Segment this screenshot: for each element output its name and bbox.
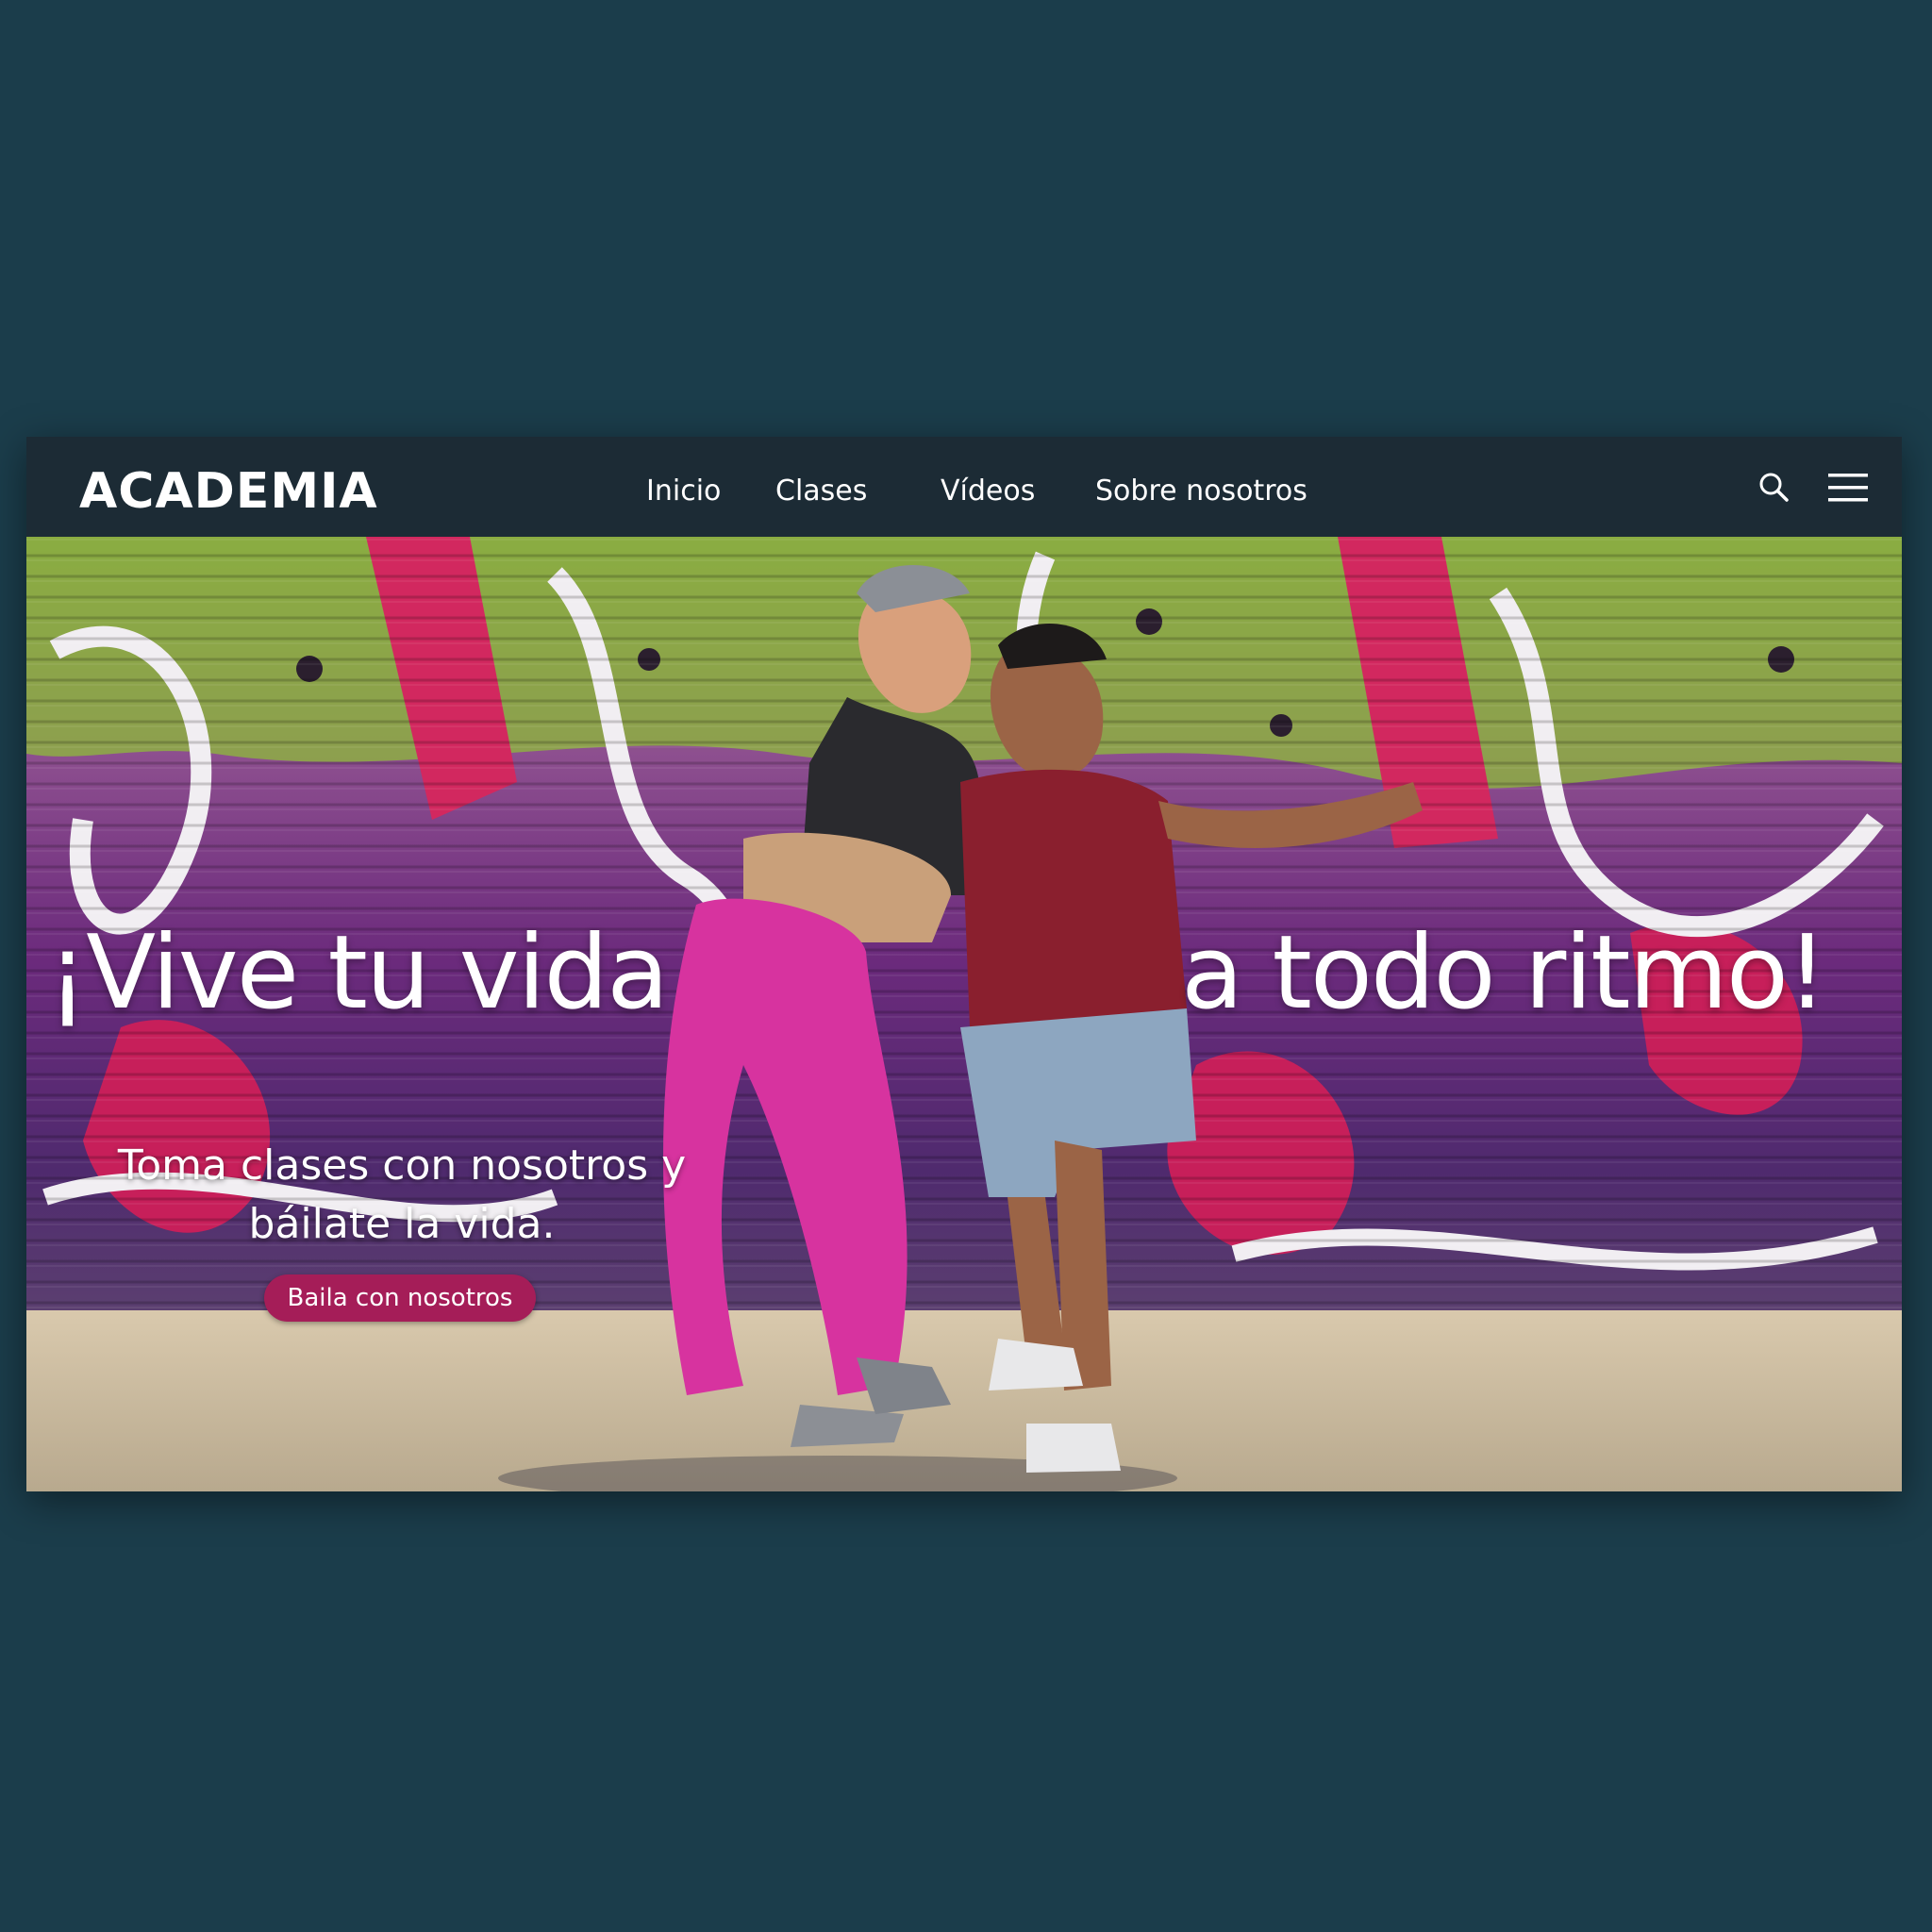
hamburger-menu-icon[interactable] bbox=[1828, 472, 1868, 504]
cta-button[interactable]: Baila con nosotros bbox=[264, 1274, 536, 1322]
nav-link-sobre-nosotros[interactable]: Sobre nosotros bbox=[1095, 475, 1307, 508]
hero-headline-right: a todo ritmo! bbox=[1181, 914, 1827, 1032]
nav-link-inicio[interactable]: Inicio bbox=[646, 475, 721, 508]
website-mockup: ACADEMIA Inicio Clases Vídeos Sobre noso… bbox=[26, 437, 1902, 1491]
search-icon[interactable] bbox=[1758, 472, 1790, 504]
hero-headline-left: ¡Vive tu vida bbox=[47, 914, 669, 1032]
nav-link-clases[interactable]: Clases bbox=[775, 475, 867, 508]
hero-section: ¡Vive tu vida a todo ritmo! Toma clases … bbox=[26, 537, 1902, 1491]
nav-link-videos[interactable]: Vídeos bbox=[941, 475, 1035, 508]
hero-subtext: Toma clases con nosotros y báilate la vi… bbox=[117, 1141, 687, 1248]
logo[interactable]: ACADEMIA bbox=[79, 463, 378, 520]
navbar: ACADEMIA Inicio Clases Vídeos Sobre noso… bbox=[26, 437, 1902, 537]
